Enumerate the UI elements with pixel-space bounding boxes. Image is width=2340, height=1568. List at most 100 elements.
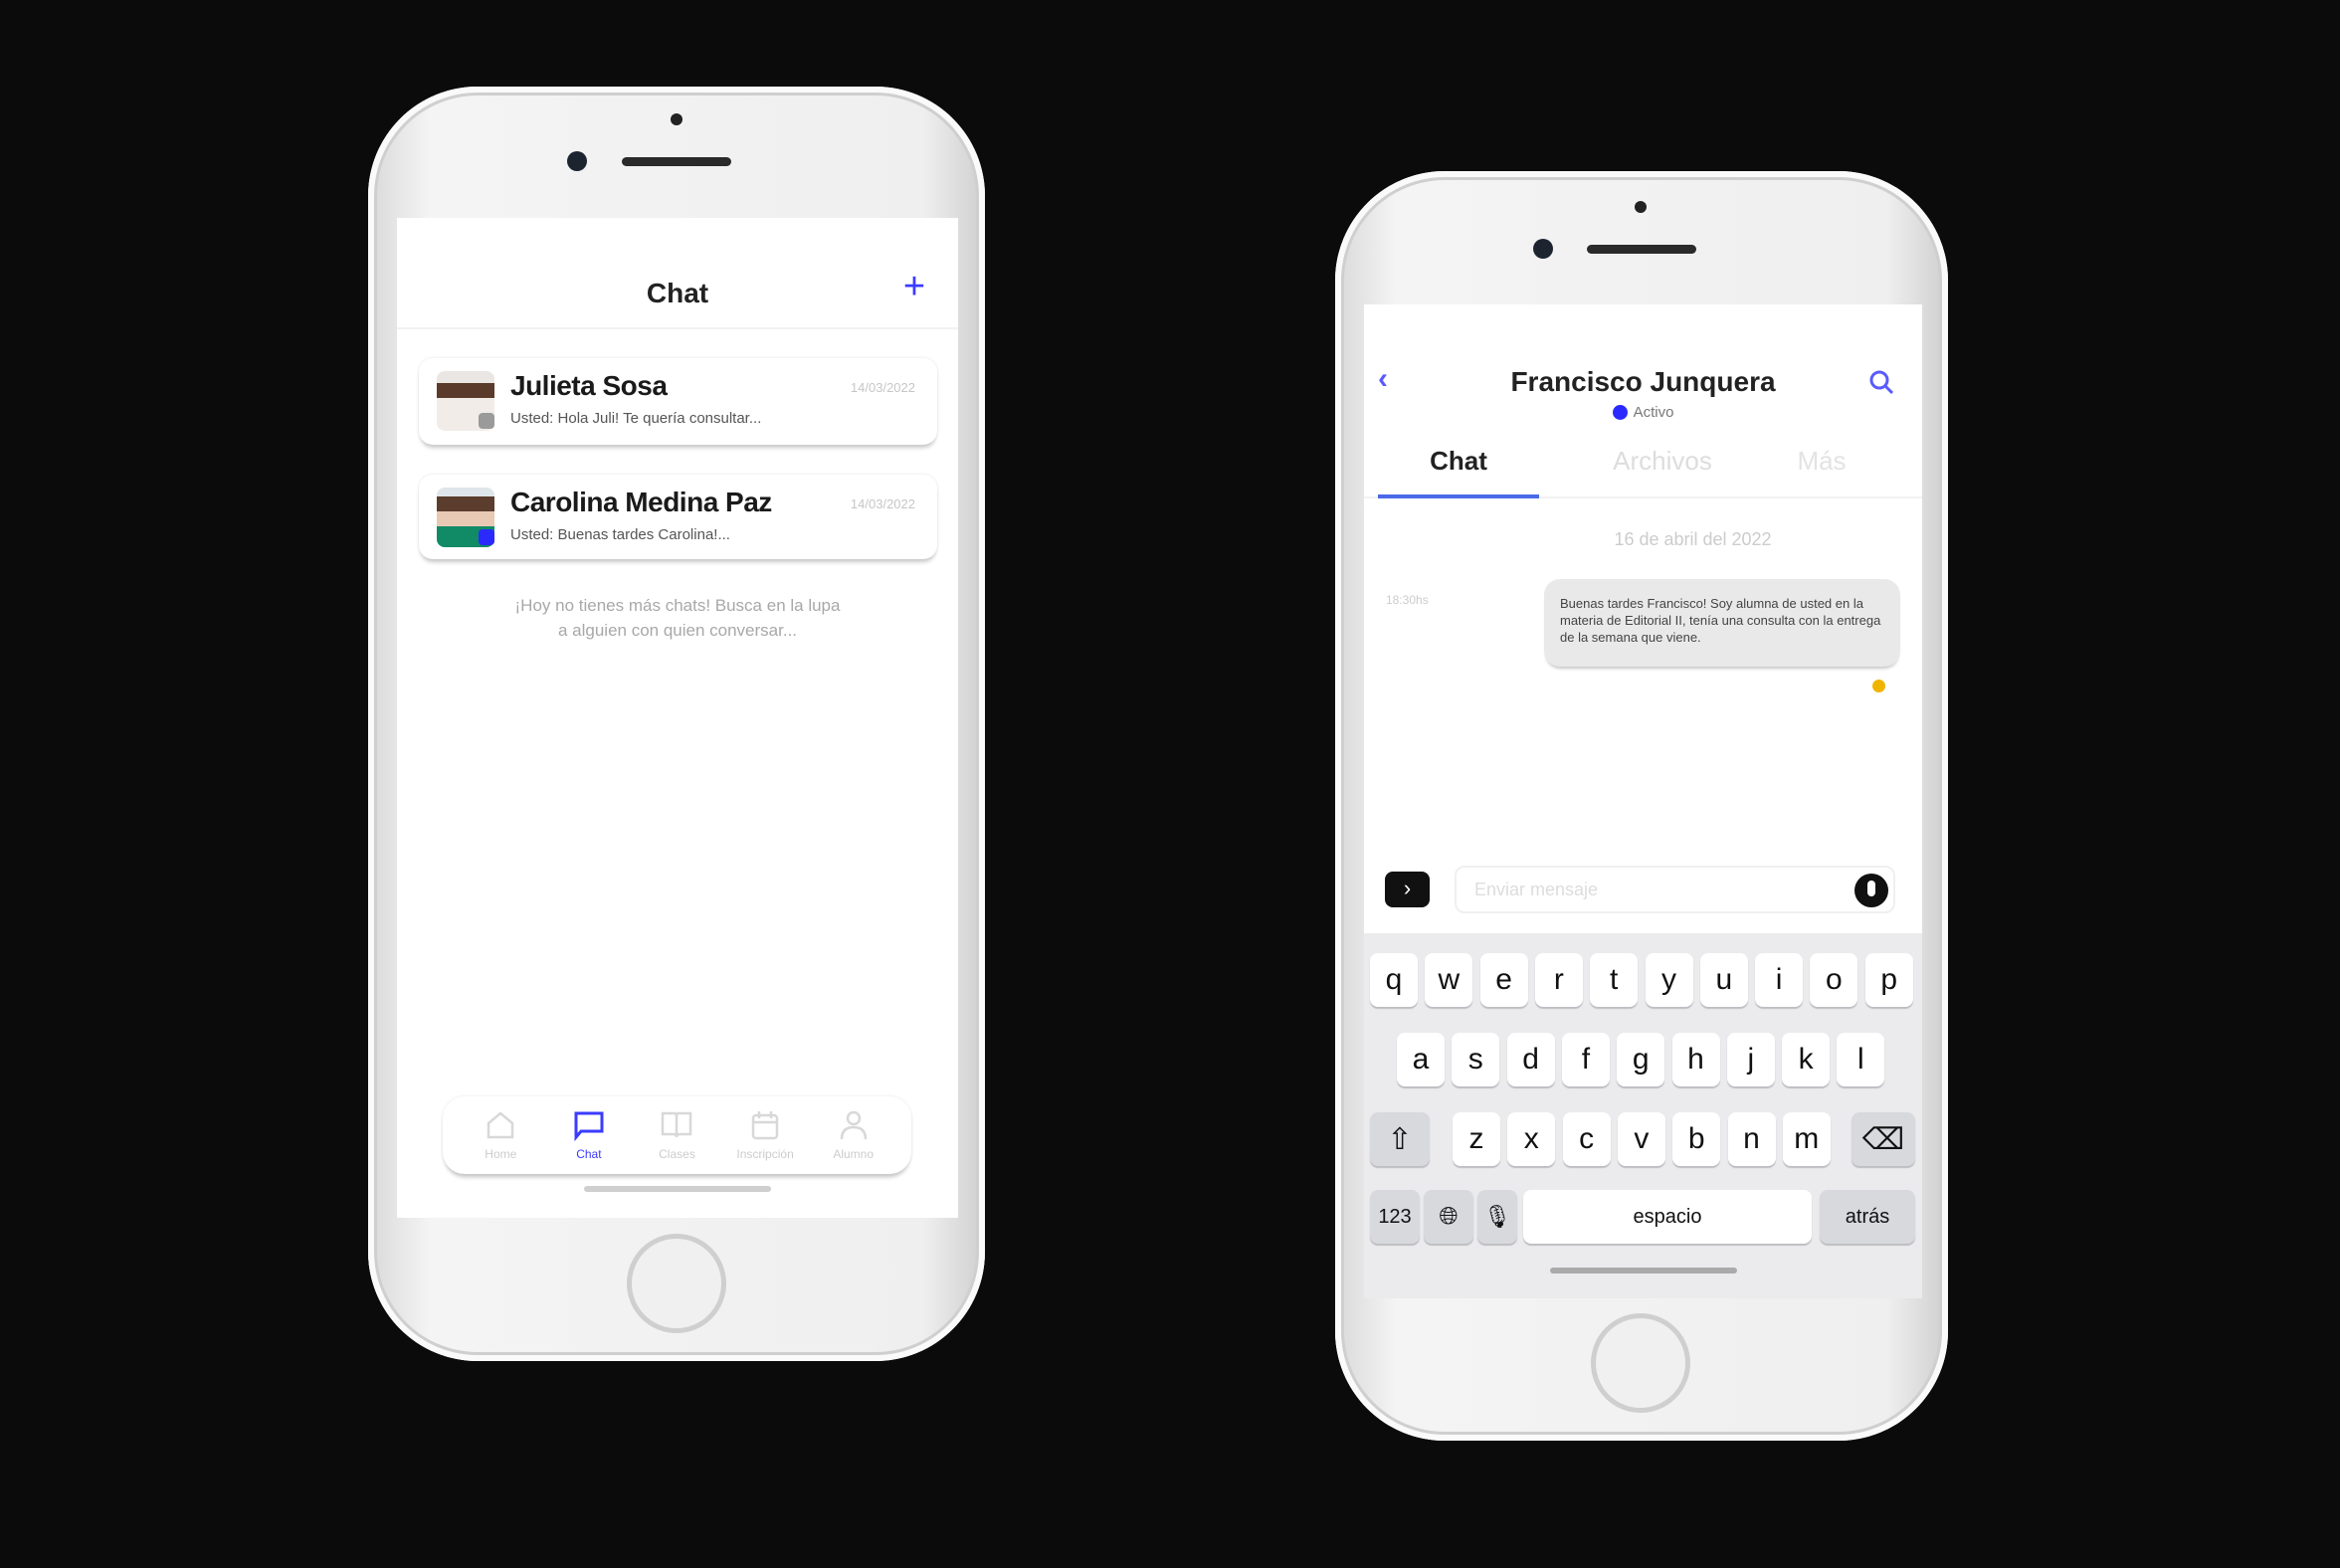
active-tab-underline: [1378, 494, 1539, 498]
expand-button[interactable]: ›: [1385, 872, 1430, 907]
message-preview: Usted: Hola Juli! Te quería consultar...: [510, 410, 762, 427]
return-key[interactable]: atrás: [1820, 1190, 1915, 1244]
tab-archivos[interactable]: Archivos: [1583, 446, 1742, 477]
microphone-icon: [1867, 881, 1875, 896]
presence-status: Activo: [1364, 404, 1922, 421]
key-s[interactable]: s: [1452, 1033, 1500, 1086]
backspace-key[interactable]: ⌫: [1852, 1112, 1915, 1166]
calendar-icon: [751, 1111, 779, 1140]
chat-date: 14/03/2022: [850, 496, 915, 511]
tab-label: Alumno: [833, 1147, 875, 1161]
header-divider: [397, 327, 958, 329]
key-h[interactable]: h: [1671, 1033, 1720, 1086]
key-g[interactable]: g: [1617, 1033, 1665, 1086]
empty-line: a alguien con quien conversar...: [557, 621, 798, 640]
status-text: Activo: [1633, 404, 1674, 421]
key-p[interactable]: p: [1864, 953, 1913, 1007]
keyboard: q w e r t y u i o p a s d f g h j k l ⇧ z x c v b n m ⌫ 123 🌐︎ 🎙︎ espac…: [1364, 933, 1922, 1298]
tab-alumno[interactable]: Alumno: [814, 1109, 893, 1161]
date-separator: 16 de abril del 2022: [1614, 529, 1772, 549]
input-placeholder: Enviar mensaje: [1474, 880, 1599, 899]
message-bubble[interactable]: Buenas tardes Francisco! Soy alumna de u…: [1544, 579, 1900, 667]
microphone-icon: 🎙︎: [1483, 1204, 1511, 1229]
key-n[interactable]: n: [1727, 1112, 1776, 1166]
key-k[interactable]: k: [1782, 1033, 1831, 1086]
tab-label: Clases: [659, 1147, 695, 1161]
key-u[interactable]: u: [1699, 953, 1748, 1007]
chevron-right-icon: ›: [1403, 876, 1412, 900]
home-indicator: [1550, 1268, 1737, 1274]
status-badge: [479, 529, 494, 545]
key-o[interactable]: o: [1810, 953, 1858, 1007]
message-input[interactable]: Enviar mensaje: [1455, 866, 1895, 913]
earpiece-speaker: [1587, 245, 1696, 254]
key-q[interactable]: q: [1370, 953, 1418, 1007]
search-button[interactable]: [1867, 368, 1895, 396]
tab-label: Chat: [576, 1147, 602, 1161]
shift-icon: ⇧: [1387, 1122, 1413, 1156]
chat-list-item[interactable]: Julieta Sosa Usted: Hola Juli! Te quería…: [419, 358, 937, 445]
contact-name: Julieta Sosa: [510, 370, 668, 401]
key-y[interactable]: y: [1645, 953, 1693, 1007]
message-preview: Usted: Buenas tardes Carolina!...: [510, 526, 730, 543]
chat-list-item[interactable]: Carolina Medina Paz Usted: Buenas tardes…: [419, 475, 937, 559]
left-phone: Chat + Julieta Sosa Usted: Hola Juli! Te…: [368, 87, 985, 1361]
key-z[interactable]: z: [1453, 1112, 1500, 1166]
shift-key[interactable]: ⇧: [1370, 1112, 1430, 1166]
sensor-dot: [1635, 201, 1647, 213]
book-icon: [662, 1111, 692, 1138]
reaction-emoji-icon: [1872, 680, 1885, 692]
tab-label: Inscripción: [736, 1147, 794, 1161]
tab-home[interactable]: Home: [461, 1109, 540, 1161]
key-i[interactable]: i: [1755, 953, 1804, 1007]
contact-name: Francisco Junquera: [1510, 366, 1776, 397]
key-c[interactable]: c: [1562, 1112, 1611, 1166]
online-dot: [1612, 405, 1628, 420]
chat-icon: [574, 1111, 604, 1141]
tab-inscripcion[interactable]: Inscripción: [725, 1109, 805, 1161]
key-w[interactable]: w: [1425, 953, 1473, 1007]
key-t[interactable]: t: [1590, 953, 1639, 1007]
key-x[interactable]: x: [1507, 1112, 1556, 1166]
key-b[interactable]: b: [1672, 1112, 1721, 1166]
key-j[interactable]: j: [1726, 1033, 1775, 1086]
contact-name: Carolina Medina Paz: [510, 487, 772, 517]
key-e[interactable]: e: [1479, 953, 1528, 1007]
numbers-key[interactable]: 123: [1370, 1190, 1420, 1244]
sensor-dot: [671, 113, 682, 125]
home-button[interactable]: [1591, 1313, 1690, 1413]
key-m[interactable]: m: [1782, 1112, 1831, 1166]
key-r[interactable]: r: [1534, 953, 1583, 1007]
tab-chat[interactable]: Chat: [549, 1109, 629, 1161]
tab-mas[interactable]: Más: [1762, 446, 1881, 477]
key-f[interactable]: f: [1561, 1033, 1610, 1086]
backspace-icon: ⌫: [1861, 1122, 1905, 1156]
chat-date: 14/03/2022: [850, 380, 915, 395]
tab-chat[interactable]: Chat: [1378, 446, 1539, 477]
globe-key[interactable]: 🌐︎: [1424, 1190, 1473, 1244]
home-icon: [488, 1111, 514, 1139]
page-title: Chat: [646, 278, 709, 308]
user-icon: [840, 1110, 867, 1140]
front-camera: [567, 151, 587, 171]
space-key[interactable]: espacio: [1523, 1190, 1812, 1244]
dictation-key[interactable]: 🎙︎: [1477, 1190, 1517, 1244]
bottom-tab-bar: Home Chat Clases Inscripción Alumno: [443, 1096, 911, 1174]
globe-icon: 🌐︎: [1439, 1203, 1459, 1230]
right-phone: ‹ Francisco Junquera Activo Chat Archivo…: [1335, 171, 1948, 1441]
front-camera: [1533, 239, 1553, 259]
key-a[interactable]: a: [1397, 1033, 1445, 1086]
earpiece-speaker: [622, 157, 731, 166]
key-d[interactable]: d: [1506, 1033, 1555, 1086]
tab-clases[interactable]: Clases: [637, 1109, 716, 1161]
conversation-screen: ‹ Francisco Junquera Activo Chat Archivo…: [1364, 304, 1922, 1298]
add-chat-button[interactable]: +: [898, 268, 930, 305]
home-button[interactable]: [627, 1234, 726, 1333]
search-icon: [1869, 370, 1894, 395]
key-l[interactable]: l: [1837, 1033, 1885, 1086]
message-time: 18:30hs: [1386, 593, 1429, 607]
microphone-button[interactable]: [1854, 874, 1888, 907]
status-badge: [479, 413, 494, 429]
key-v[interactable]: v: [1617, 1112, 1665, 1166]
home-indicator: [584, 1186, 771, 1192]
